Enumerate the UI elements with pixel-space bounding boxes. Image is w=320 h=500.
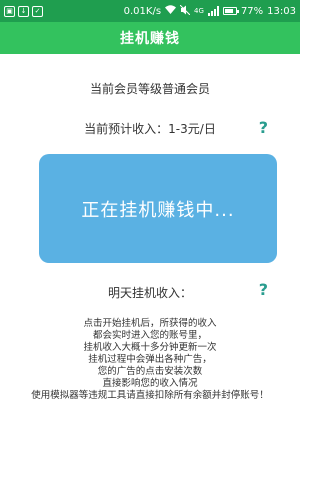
image-icon: ▣ bbox=[4, 5, 15, 17]
note-line: 都会实时进入您的账号里， bbox=[92, 330, 207, 341]
hang-status-text: 正在挂机赚钱中... bbox=[81, 199, 235, 221]
clock: 13:03 bbox=[267, 5, 296, 17]
note-line: 您的广告的点击安装次数 bbox=[97, 366, 203, 377]
mute-icon bbox=[179, 4, 191, 18]
battery-fill bbox=[224, 9, 233, 13]
help-icon-tomorrow[interactable]: ? bbox=[259, 280, 268, 299]
signal-icon bbox=[207, 6, 219, 16]
check-icon: ✓ bbox=[32, 5, 43, 17]
note-line: 直接影响您的收入情况 bbox=[102, 378, 198, 389]
wifi-icon bbox=[165, 5, 177, 17]
note-line: 挂机收入大概十多分钟更新一次 bbox=[83, 342, 217, 353]
network-type: 4G bbox=[194, 7, 204, 15]
member-level-text: 当前会员等级普通会员 bbox=[89, 82, 210, 96]
status-bar: ▣ ↓ ✓ 0.01K/s 4G 77% 13:03 bbox=[0, 0, 300, 22]
hang-status-box[interactable]: 正在挂机赚钱中... bbox=[39, 154, 277, 263]
note-line: 挂机过程中会弹出各种广告， bbox=[88, 354, 212, 365]
notification-icons: ▣ ↓ ✓ bbox=[4, 5, 43, 17]
note-line: 使用模拟器等违规工具请直接扣除所有余额并封停账号！ bbox=[31, 390, 269, 401]
battery-percent: 77% bbox=[240, 5, 264, 17]
note-line: 点击开始挂机后，所获得的收入 bbox=[83, 318, 217, 329]
estimated-income-text: 当前预计收入：1-3元/日 bbox=[84, 122, 216, 136]
page-title: 挂机赚钱 bbox=[120, 31, 180, 47]
system-icons: 0.01K/s 4G 77% 13:03 bbox=[123, 4, 296, 18]
app-header: 挂机赚钱 bbox=[0, 22, 300, 54]
help-icon-estimated[interactable]: ? bbox=[259, 118, 268, 137]
battery-icon bbox=[222, 7, 239, 15]
network-speed: 0.01K/s bbox=[123, 5, 162, 17]
notes-block: 点击开始挂机后，所获得的收入 都会实时进入您的账号里， 挂机收入大概十多分钟更新… bbox=[18, 318, 282, 402]
download-icon: ↓ bbox=[18, 5, 29, 17]
tomorrow-income-text: 明天挂机收入： bbox=[107, 286, 192, 300]
